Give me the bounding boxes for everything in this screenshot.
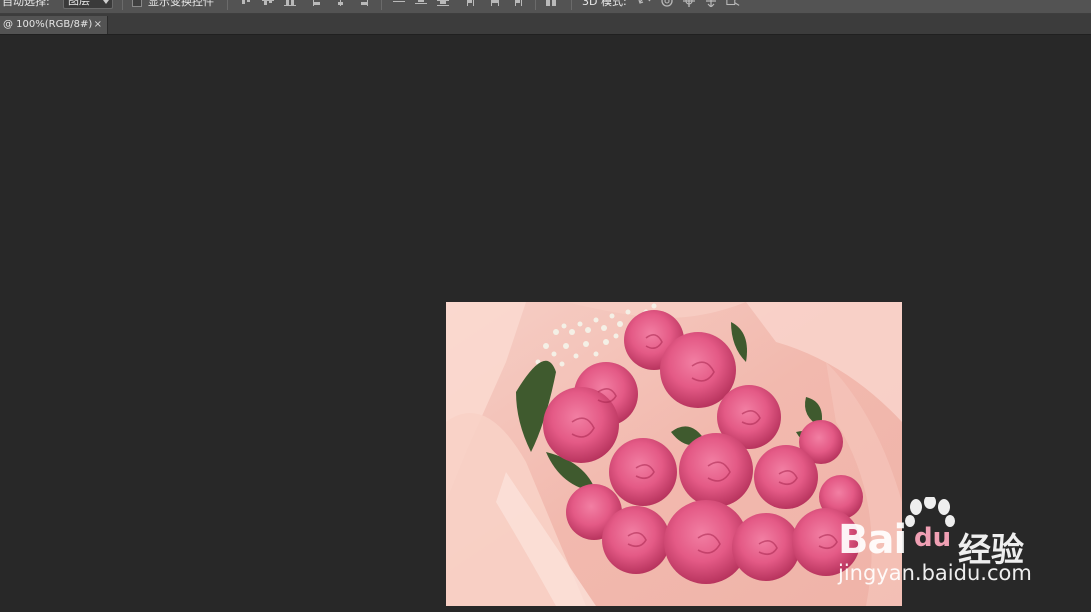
distribute-bottom-edges-icon[interactable] <box>437 0 449 6</box>
options-bar: 自动选择: 图层 显示变换控件 3D 模式: <box>0 0 1091 14</box>
auto-select-value: 图层 <box>68 0 90 7</box>
separator <box>535 0 536 10</box>
document-tab[interactable]: @ 100%(RGB/8#) × <box>0 16 108 34</box>
rose-bouquet-photo[interactable] <box>446 302 902 606</box>
rotate-3d-icon[interactable] <box>638 0 652 7</box>
distribute-right-edges-icon[interactable] <box>510 0 522 6</box>
document-tab-strip: @ 100%(RGB/8#) × <box>0 14 1091 35</box>
separator <box>227 0 228 10</box>
align-right-edges-icon[interactable] <box>356 0 368 6</box>
distribute-left-edges-icon[interactable] <box>467 0 479 6</box>
photoshop-window: 自动选择: 图层 显示变换控件 3D 模式: @ 100%(RGB/8#) × … <box>0 0 1091 612</box>
auto-align-layers-icon[interactable] <box>546 0 558 6</box>
chevron-down-icon <box>103 0 109 4</box>
pan-3d-icon[interactable] <box>682 0 696 7</box>
baidu-jingyan-watermark: Bai du 经验 jingyan.baidu.com <box>836 497 1046 592</box>
align-horizontal-centers-icon[interactable] <box>335 0 347 6</box>
watermark-brand-suffix: du <box>914 523 952 553</box>
auto-select-dropdown[interactable]: 图层 <box>63 0 113 9</box>
auto-select-label: 自动选择: <box>2 0 50 8</box>
3d-mode-label: 3D 模式: <box>582 0 627 8</box>
close-icon[interactable]: × <box>94 16 102 34</box>
distribute-top-edges-icon[interactable] <box>393 0 405 6</box>
rose-bouquet-image-icon <box>446 302 902 606</box>
separator <box>122 0 123 10</box>
align-left-edges-icon[interactable] <box>313 0 325 6</box>
scale-3d-icon[interactable] <box>726 0 740 7</box>
distribute-horizontal-centers-icon[interactable] <box>489 0 501 6</box>
align-vertical-centers-icon[interactable] <box>262 0 274 6</box>
align-bottom-edges-icon[interactable] <box>284 0 296 6</box>
separator <box>571 0 572 10</box>
roll-3d-icon[interactable] <box>660 0 674 7</box>
document-tab-title: @ 100%(RGB/8#) <box>3 19 93 30</box>
show-transform-checkbox[interactable] <box>132 0 142 7</box>
watermark-brand: Bai <box>838 517 907 563</box>
show-transform-label: 显示变换控件 <box>148 0 214 8</box>
watermark-url: jingyan.baidu.com <box>838 561 1032 585</box>
separator <box>381 0 382 10</box>
slide-3d-icon[interactable] <box>704 0 718 7</box>
align-top-edges-icon[interactable] <box>240 0 252 6</box>
distribute-vertical-centers-icon[interactable] <box>415 0 427 6</box>
